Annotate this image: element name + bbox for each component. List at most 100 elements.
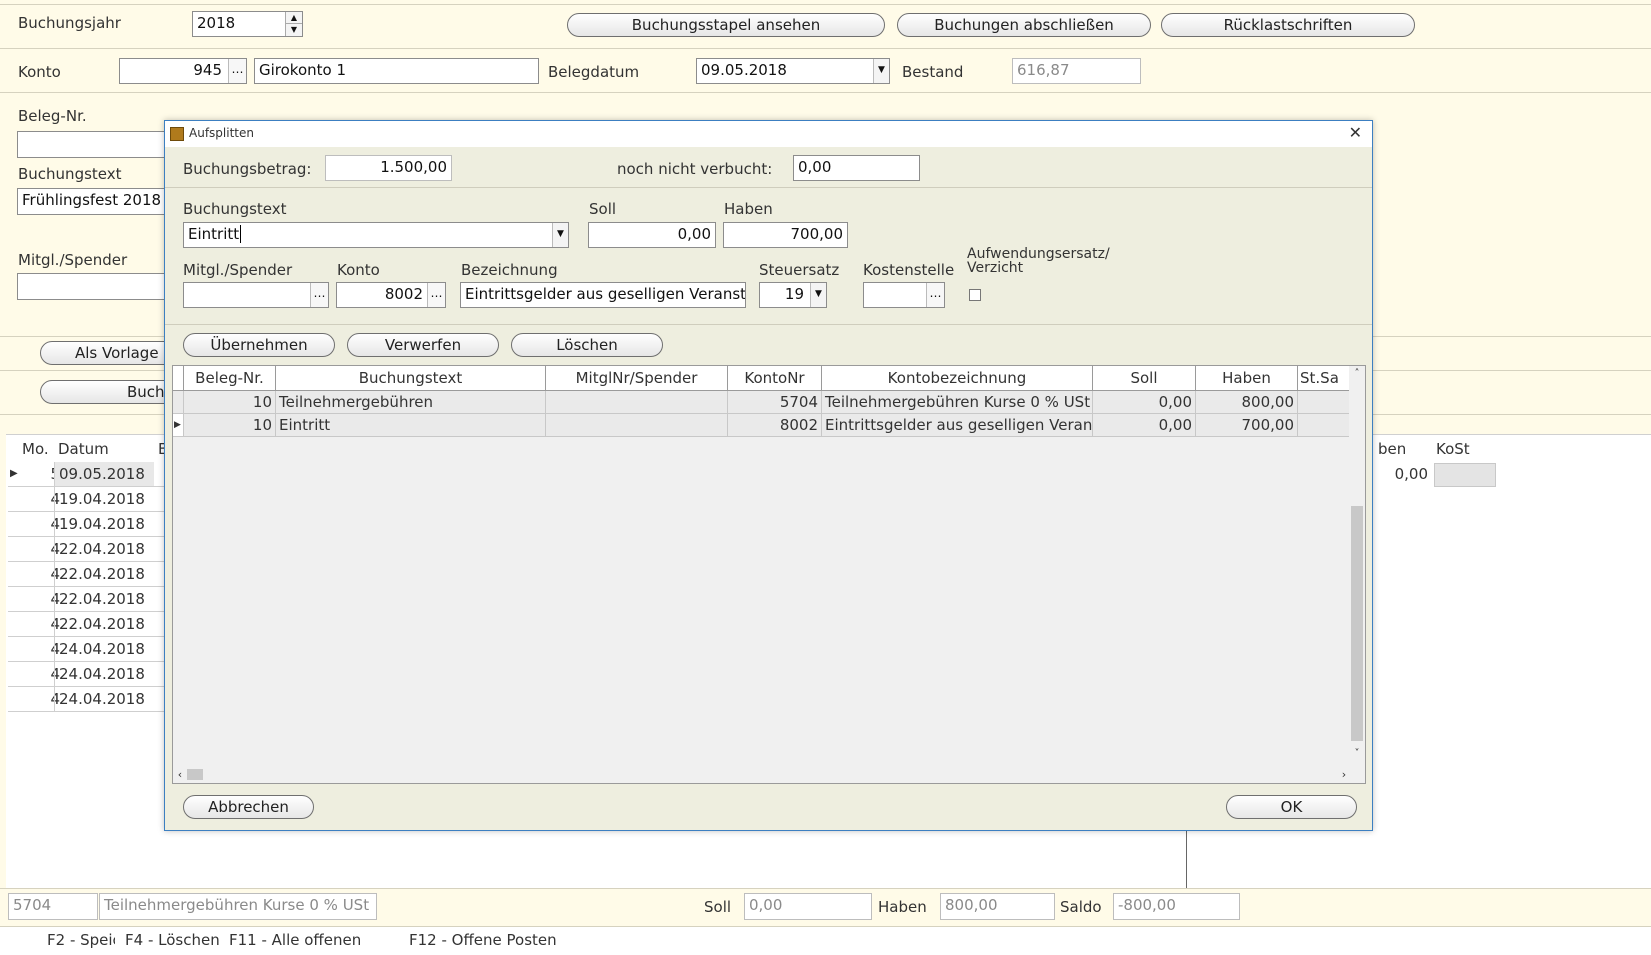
- dialog-mitgl-field[interactable]: …: [183, 282, 329, 308]
- dialog-haben-field[interactable]: 700,00: [723, 222, 848, 248]
- chevron-down-icon[interactable]: ▼: [873, 59, 889, 83]
- footer-haben-field: 800,00: [940, 893, 1055, 920]
- horizontal-scrollbar-thumb[interactable]: [187, 769, 203, 780]
- ok-button[interactable]: OK: [1226, 795, 1357, 819]
- steuersatz-combo[interactable]: 19 ▼: [759, 282, 827, 308]
- grid-header-mitglnr[interactable]: MitglNr/Spender: [546, 366, 728, 391]
- chevron-down-icon[interactable]: ▼: [810, 283, 826, 307]
- dialog-buchungstext-value: Eintritt: [188, 225, 240, 243]
- mitgl-lookup-button[interactable]: …: [310, 283, 328, 307]
- split-row-soll[interactable]: 0,00: [1093, 414, 1196, 437]
- split-row-soll[interactable]: 0,00: [1093, 391, 1196, 414]
- split-row-mitglnr[interactable]: [546, 391, 728, 414]
- ruecklastschriften-button[interactable]: Rücklastschriften: [1161, 13, 1415, 37]
- buchungsjahr-label: Buchungsjahr: [18, 14, 121, 32]
- aufwendungsersatz-checkbox[interactable]: [969, 289, 981, 301]
- belegnr-field[interactable]: [17, 131, 165, 158]
- vertical-scrollbar[interactable]: ˄ ˅: [1349, 366, 1365, 766]
- abbrechen-button[interactable]: Abbrechen: [183, 795, 314, 819]
- kostenstelle-field[interactable]: …: [863, 282, 945, 308]
- vertical-scrollbar-thumb[interactable]: [1351, 506, 1363, 741]
- split-row-haben[interactable]: 800,00: [1196, 391, 1298, 414]
- bezeichnung-field[interactable]: Eintrittsgelder aus geselligen Veranstal: [460, 282, 746, 308]
- belegdatum-field[interactable]: 09.05.2018 ▼: [696, 58, 890, 84]
- table-row[interactable]: 4 19.04.2018: [8, 512, 164, 537]
- kostenstelle-lookup-button[interactable]: …: [926, 283, 944, 307]
- buchen-button[interactable]: Buch: [40, 380, 180, 404]
- table-row[interactable]: 4 24.04.2018: [8, 637, 164, 662]
- buchungstext-field[interactable]: Frühlingsfest 2018: [17, 188, 165, 215]
- footer-soll-field: 0,00: [744, 893, 872, 920]
- spin-up-icon[interactable]: ▲: [286, 12, 302, 24]
- table-row[interactable]: 4 22.04.2018: [8, 587, 164, 612]
- konto-lookup-button[interactable]: …: [427, 283, 445, 307]
- grid-header-haben[interactable]: Haben: [1196, 366, 1298, 391]
- spinner-buttons[interactable]: ▲ ▼: [285, 12, 302, 36]
- split-row-mitglnr[interactable]: [546, 414, 728, 437]
- konto-name-field[interactable]: Girokonto 1: [254, 58, 539, 84]
- split-row-buchungstext[interactable]: Eintritt: [276, 414, 546, 437]
- split-row-belegnr[interactable]: 10: [184, 391, 276, 414]
- buchungen-abschliessen-button[interactable]: Buchungen abschließen: [897, 13, 1151, 37]
- belegnr-label: Beleg-Nr.: [18, 107, 87, 125]
- scroll-left-icon[interactable]: ‹: [173, 766, 187, 783]
- split-row-kontonr[interactable]: 8002: [728, 414, 822, 437]
- grid-first-row-kost-cell: [1434, 463, 1496, 487]
- row-indicator: [173, 391, 184, 414]
- scroll-right-icon[interactable]: ›: [1337, 766, 1351, 783]
- table-row[interactable]: 4 22.04.2018: [8, 537, 164, 562]
- dialog-titlebar[interactable]: Aufsplitten ✕: [165, 121, 1372, 147]
- grid-header-kontobez[interactable]: Kontobezeichnung: [822, 366, 1093, 391]
- mitgl-spender-field[interactable]: [17, 273, 165, 300]
- grid-header-belegnr[interactable]: Beleg-Nr.: [184, 366, 276, 391]
- dialog-konto-field[interactable]: 8002 …: [336, 282, 446, 308]
- split-row-stsatz[interactable]: [1298, 391, 1350, 414]
- split-row-buchungstext[interactable]: Teilnehmergebühren: [276, 391, 546, 414]
- table-row[interactable]: 4 24.04.2018: [8, 662, 164, 687]
- split-row-haben[interactable]: 700,00: [1196, 414, 1298, 437]
- horizontal-scrollbar[interactable]: ‹ ›: [173, 766, 1351, 783]
- konto-label: Konto: [18, 63, 61, 81]
- buchungsstapel-ansehen-button[interactable]: Buchungsstapel ansehen: [567, 13, 885, 37]
- table-row[interactable]: 4 22.04.2018: [8, 612, 164, 637]
- status-f4[interactable]: F4 - Löschen: [125, 931, 220, 949]
- status-f2[interactable]: F2 - Speic: [47, 931, 115, 949]
- buchungsjahr-spinner[interactable]: 2018 ▲ ▼: [192, 11, 303, 37]
- grid-vertical-divider: [1186, 825, 1187, 889]
- table-row[interactable]: 4 22.04.2018: [8, 562, 164, 587]
- close-icon[interactable]: ✕: [1349, 123, 1362, 142]
- verwerfen-button[interactable]: Verwerfen: [347, 333, 499, 357]
- status-f12[interactable]: F12 - Offene Posten: [409, 931, 557, 949]
- loeschen-button[interactable]: Löschen: [511, 333, 663, 357]
- konto-field[interactable]: 945 …: [119, 58, 247, 84]
- dialog-soll-field[interactable]: 0,00: [588, 222, 716, 248]
- split-row-stsatz[interactable]: [1298, 414, 1350, 437]
- als-vorlage-button[interactable]: Als Vorlage s: [40, 341, 180, 365]
- table-row[interactable]: 4 19.04.2018: [8, 487, 164, 512]
- grid-header-stsatz[interactable]: St.Sa: [1298, 366, 1350, 391]
- table-row[interactable]: 4 24.04.2018: [8, 687, 164, 712]
- split-row-belegnr[interactable]: 10: [184, 414, 276, 437]
- split-row-kontonr[interactable]: 5704: [728, 391, 822, 414]
- bestand-field: 616,87: [1012, 58, 1141, 84]
- row-datum: 24.04.2018: [54, 637, 154, 661]
- spin-down-icon[interactable]: ▼: [286, 24, 302, 36]
- dialog-buchungstext-combo[interactable]: Eintritt ▼: [183, 222, 569, 248]
- row-datum: 24.04.2018: [54, 687, 154, 711]
- split-grid[interactable]: Beleg-Nr. Buchungstext MitglNr/Spender K…: [172, 365, 1366, 784]
- dialog-konto-label: Konto: [337, 261, 380, 279]
- grid-header-soll[interactable]: Soll: [1093, 366, 1196, 391]
- row-pointer-icon: ▶: [10, 468, 18, 479]
- scroll-up-icon[interactable]: ˄: [1349, 366, 1365, 382]
- split-row-kontobez[interactable]: Teilnehmergebühren Kurse 0 % USt: [822, 391, 1093, 414]
- uebernehmen-button[interactable]: Übernehmen: [183, 333, 335, 357]
- grid-header-buchungstext[interactable]: Buchungstext: [276, 366, 546, 391]
- konto-lookup-button[interactable]: …: [228, 59, 246, 83]
- status-f11[interactable]: F11 - Alle offenen: [229, 931, 361, 949]
- table-row[interactable]: ▶509.05.2018: [8, 462, 164, 487]
- chevron-down-icon[interactable]: ▼: [552, 223, 568, 247]
- scroll-down-icon[interactable]: ˅: [1349, 746, 1365, 762]
- split-row-kontobez[interactable]: Eintrittsgelder aus geselligen Veransta: [822, 414, 1093, 437]
- aufwendungsersatz-label: Aufwendungsersatz/ Verzicht: [967, 247, 1110, 275]
- grid-header-kontonr[interactable]: KontoNr: [728, 366, 822, 391]
